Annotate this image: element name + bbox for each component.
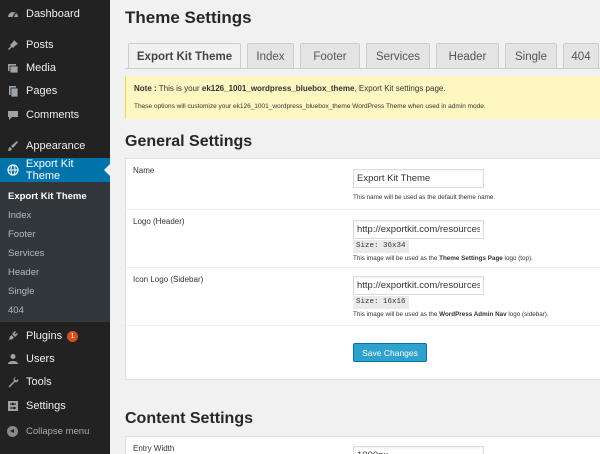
notice-line-2: These options will customize your ek126_…: [134, 103, 486, 110]
settings-tabs: Export Kit Theme Index Footer Services H…: [128, 43, 600, 69]
brush-icon: [6, 139, 20, 153]
pin-icon: [6, 38, 20, 52]
notice-line-1: Note : This is your ek126_1001_wordpress…: [134, 84, 446, 93]
logo-size-tag: Size: 36x34: [353, 240, 409, 253]
tab-footer[interactable]: Footer: [300, 43, 360, 69]
logo-description: This image will be used as the Theme Set…: [353, 255, 533, 262]
icon-logo-description: This image will be used as the WordPress…: [353, 311, 549, 318]
dashboard-icon: [6, 7, 20, 21]
sidebar-item-label: Posts: [26, 39, 54, 51]
tabs-divider: [125, 68, 600, 69]
globe-icon: [6, 163, 20, 177]
sidebar-item-appearance[interactable]: Appearance: [0, 135, 110, 157]
content-settings-panel: Entry Width: [125, 436, 600, 454]
sidebar-item-label: Comments: [26, 109, 80, 121]
content-settings-title: Content Settings: [125, 410, 253, 427]
setting-row-name: Name This name will be used as the defau…: [126, 159, 600, 210]
sidebar-item-label: Settings: [26, 400, 66, 412]
sidebar-item-label: Dashboard: [26, 8, 80, 20]
sidebar-item-label: Plugins: [26, 330, 63, 342]
entry-width-label: Entry Width: [133, 444, 175, 453]
name-description: This name will be used as the default th…: [353, 194, 496, 201]
icon-logo-url-input[interactable]: [353, 276, 484, 295]
sidebar-item-comments[interactable]: Comments: [0, 104, 110, 126]
sidebar-item-tools[interactable]: Tools: [0, 371, 110, 393]
sidebar-item-label: Tools: [26, 376, 52, 388]
main-content: Theme Settings Export Kit Theme Index Fo…: [110, 0, 600, 454]
setting-row-save: Save Changes: [126, 326, 600, 379]
pages-icon: [6, 84, 20, 98]
sidebar-item-plugins[interactable]: Plugins 1: [0, 325, 110, 347]
comments-icon: [6, 108, 20, 122]
setting-row-logo: Logo (Header) Size: 36x34 This image wil…: [126, 210, 600, 268]
page-title: Theme Settings: [125, 8, 252, 27]
wrench-icon: [6, 375, 20, 389]
submenu-item-header[interactable]: Header: [8, 267, 39, 278]
submenu-item-footer[interactable]: Footer: [8, 229, 35, 240]
general-settings-title: General Settings: [125, 133, 253, 150]
submenu-item-single[interactable]: Single: [8, 286, 34, 297]
sidebar-item-export-kit-theme[interactable]: Export Kit Theme: [0, 158, 110, 182]
collapse-arrow-icon: [7, 425, 18, 437]
tab-single[interactable]: Single: [505, 43, 557, 69]
sidebar-item-users[interactable]: Users: [0, 348, 110, 370]
submenu-item-services[interactable]: Services: [8, 248, 44, 259]
admin-sidebar: Dashboard Posts Media Pages Comments App…: [0, 0, 110, 454]
setting-row-entry-width: Entry Width: [126, 437, 600, 454]
submenu-item-index[interactable]: Index: [8, 210, 31, 221]
logo-url-input[interactable]: [353, 220, 484, 239]
collapse-menu-label: Collapse menu: [26, 425, 90, 437]
media-icon: [6, 61, 20, 75]
name-label: Name: [133, 166, 155, 175]
setting-row-icon-logo: Icon Logo (Sidebar) Size: 16x16 This ima…: [126, 268, 600, 326]
update-count-badge: 1: [67, 330, 79, 342]
sidebar-item-settings[interactable]: Settings: [0, 395, 110, 417]
tab-index[interactable]: Index: [247, 43, 294, 69]
tab-404[interactable]: 404: [563, 43, 599, 69]
sidebar-item-label: Users: [26, 353, 55, 365]
tab-services[interactable]: Services: [366, 43, 430, 69]
general-settings-panel: Name This name will be used as the defau…: [125, 158, 600, 380]
sidebar-item-label: Appearance: [26, 140, 86, 152]
sidebar-item-label: Media: [26, 62, 56, 74]
icon-logo-label: Icon Logo (Sidebar): [133, 275, 204, 284]
sidebar-item-dashboard[interactable]: Dashboard: [0, 3, 110, 25]
save-changes-button[interactable]: Save Changes: [353, 343, 427, 362]
plugin-icon: [6, 329, 20, 343]
tab-header[interactable]: Header: [436, 43, 499, 69]
sidebar-item-label: Pages: [26, 85, 58, 97]
entry-width-input[interactable]: [353, 446, 484, 454]
collapse-menu-button[interactable]: Collapse menu: [0, 421, 110, 441]
theme-name-input[interactable]: [353, 169, 484, 188]
sidebar-item-label: Export Kit Theme: [25, 158, 74, 182]
submenu-item-export-kit-theme[interactable]: Export Kit Theme: [8, 191, 87, 202]
submenu-item-404[interactable]: 404: [8, 305, 24, 316]
tab-export-kit-theme[interactable]: Export Kit Theme: [128, 43, 241, 69]
sidebar-item-posts[interactable]: Posts: [0, 34, 110, 56]
sidebar-submenu: Export Kit Theme Index Footer Services H…: [0, 182, 110, 322]
icon-size-tag: Size: 16x16: [353, 296, 409, 309]
users-icon: [6, 352, 20, 366]
settings-notice: Note : This is your ek126_1001_wordpress…: [125, 76, 600, 119]
logo-label: Logo (Header): [133, 217, 185, 226]
sidebar-item-media[interactable]: Media: [0, 57, 110, 79]
settings-icon: [6, 399, 20, 413]
sidebar-item-pages[interactable]: Pages: [0, 80, 110, 102]
